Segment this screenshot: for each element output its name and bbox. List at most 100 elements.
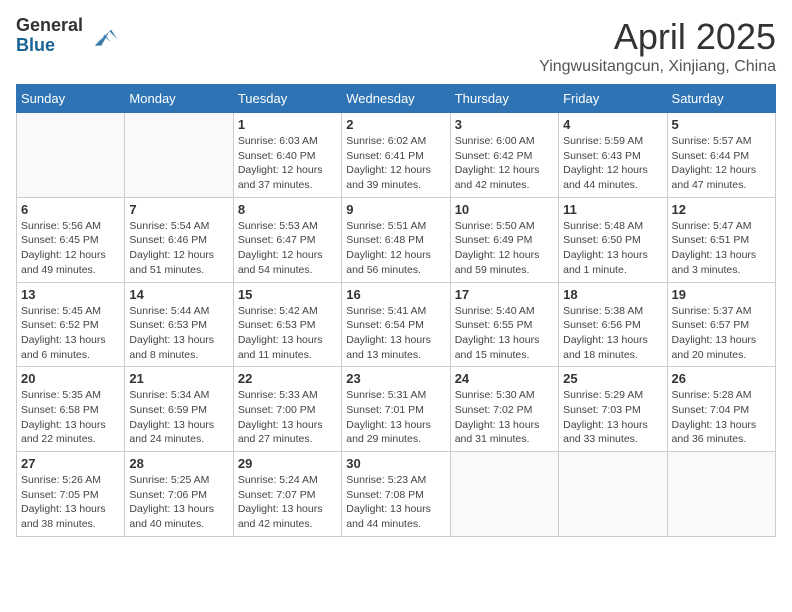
- calendar-cell: 8 Sunrise: 5:53 AM Sunset: 6:47 PM Daylig…: [233, 197, 341, 282]
- calendar-cell: 21 Sunrise: 5:34 AM Sunset: 6:59 PM Dayli…: [125, 367, 233, 452]
- day-info: Sunrise: 5:34 AM Sunset: 6:59 PM Dayligh…: [129, 388, 228, 447]
- calendar-header: SundayMondayTuesdayWednesdayThursdayFrid…: [17, 85, 776, 113]
- day-number: 24: [455, 371, 554, 386]
- day-info: Sunrise: 5:35 AM Sunset: 6:58 PM Dayligh…: [21, 388, 120, 447]
- day-info: Sunrise: 5:26 AM Sunset: 7:05 PM Dayligh…: [21, 473, 120, 532]
- day-number: 8: [238, 202, 337, 217]
- day-number: 19: [672, 287, 771, 302]
- day-info: Sunrise: 5:37 AM Sunset: 6:57 PM Dayligh…: [672, 304, 771, 363]
- day-number: 29: [238, 456, 337, 471]
- day-number: 22: [238, 371, 337, 386]
- title-block: April 2025 Yingwusitangcun, Xinjiang, Ch…: [539, 16, 776, 76]
- day-info: Sunrise: 5:57 AM Sunset: 6:44 PM Dayligh…: [672, 134, 771, 193]
- day-number: 30: [346, 456, 445, 471]
- day-number: 14: [129, 287, 228, 302]
- day-info: Sunrise: 5:24 AM Sunset: 7:07 PM Dayligh…: [238, 473, 337, 532]
- calendar-cell: 30 Sunrise: 5:23 AM Sunset: 7:08 PM Dayli…: [342, 452, 450, 537]
- day-info: Sunrise: 5:38 AM Sunset: 6:56 PM Dayligh…: [563, 304, 662, 363]
- day-number: 15: [238, 287, 337, 302]
- day-number: 16: [346, 287, 445, 302]
- day-info: Sunrise: 5:54 AM Sunset: 6:46 PM Dayligh…: [129, 219, 228, 278]
- day-info: Sunrise: 5:31 AM Sunset: 7:01 PM Dayligh…: [346, 388, 445, 447]
- day-number: 7: [129, 202, 228, 217]
- day-number: 21: [129, 371, 228, 386]
- day-info: Sunrise: 5:59 AM Sunset: 6:43 PM Dayligh…: [563, 134, 662, 193]
- calendar-cell: 9 Sunrise: 5:51 AM Sunset: 6:48 PM Daylig…: [342, 197, 450, 282]
- day-info: Sunrise: 5:44 AM Sunset: 6:53 PM Dayligh…: [129, 304, 228, 363]
- calendar-cell: 28 Sunrise: 5:25 AM Sunset: 7:06 PM Dayli…: [125, 452, 233, 537]
- day-info: Sunrise: 5:29 AM Sunset: 7:03 PM Dayligh…: [563, 388, 662, 447]
- calendar-cell: 25 Sunrise: 5:29 AM Sunset: 7:03 PM Dayli…: [559, 367, 667, 452]
- calendar-table: SundayMondayTuesdayWednesdayThursdayFrid…: [16, 84, 776, 537]
- day-info: Sunrise: 5:28 AM Sunset: 7:04 PM Dayligh…: [672, 388, 771, 447]
- day-number: 5: [672, 117, 771, 132]
- day-info: Sunrise: 5:25 AM Sunset: 7:06 PM Dayligh…: [129, 473, 228, 532]
- day-info: Sunrise: 6:02 AM Sunset: 6:41 PM Dayligh…: [346, 134, 445, 193]
- day-info: Sunrise: 6:03 AM Sunset: 6:40 PM Dayligh…: [238, 134, 337, 193]
- day-info: Sunrise: 5:47 AM Sunset: 6:51 PM Dayligh…: [672, 219, 771, 278]
- day-info: Sunrise: 6:00 AM Sunset: 6:42 PM Dayligh…: [455, 134, 554, 193]
- calendar-cell: 23Sunrise: 5:31 AM Sunset: 7:01 PM Dayli…: [342, 367, 450, 452]
- day-number: 26: [672, 371, 771, 386]
- day-number: 13: [21, 287, 120, 302]
- calendar-cell: 12 Sunrise: 5:47 AM Sunset: 6:51 PM Dayli…: [667, 197, 775, 282]
- day-info: Sunrise: 5:30 AM Sunset: 7:02 PM Dayligh…: [455, 388, 554, 447]
- calendar-cell: 1 Sunrise: 6:03 AM Sunset: 6:40 PM Daylig…: [233, 113, 341, 198]
- calendar-cell: 2Sunrise: 6:02 AM Sunset: 6:41 PM Daylig…: [342, 113, 450, 198]
- logo-general: General: [16, 15, 83, 35]
- calendar-cell: [667, 452, 775, 537]
- day-number: 17: [455, 287, 554, 302]
- calendar-cell: [17, 113, 125, 198]
- calendar-cell: [559, 452, 667, 537]
- day-number: 28: [129, 456, 228, 471]
- calendar-cell: 14 Sunrise: 5:44 AM Sunset: 6:53 PM Dayli…: [125, 282, 233, 367]
- day-info: Sunrise: 5:23 AM Sunset: 7:08 PM Dayligh…: [346, 473, 445, 532]
- calendar-cell: 11Sunrise: 5:48 AM Sunset: 6:50 PM Dayli…: [559, 197, 667, 282]
- calendar-cell: 4Sunrise: 5:59 AM Sunset: 6:43 PM Daylig…: [559, 113, 667, 198]
- calendar-cell: 29 Sunrise: 5:24 AM Sunset: 7:07 PM Dayli…: [233, 452, 341, 537]
- day-number: 3: [455, 117, 554, 132]
- calendar-cell: 7 Sunrise: 5:54 AM Sunset: 6:46 PM Daylig…: [125, 197, 233, 282]
- day-number: 25: [563, 371, 662, 386]
- day-info: Sunrise: 5:41 AM Sunset: 6:54 PM Dayligh…: [346, 304, 445, 363]
- calendar-cell: 17 Sunrise: 5:40 AM Sunset: 6:55 PM Dayli…: [450, 282, 558, 367]
- calendar-cell: 19 Sunrise: 5:37 AM Sunset: 6:57 PM Dayli…: [667, 282, 775, 367]
- logo-icon: [87, 20, 119, 52]
- calendar-cell: 16 Sunrise: 5:41 AM Sunset: 6:54 PM Dayli…: [342, 282, 450, 367]
- day-number: 9: [346, 202, 445, 217]
- day-number: 6: [21, 202, 120, 217]
- day-info: Sunrise: 5:40 AM Sunset: 6:55 PM Dayligh…: [455, 304, 554, 363]
- logo: General Blue: [16, 16, 119, 56]
- day-info: Sunrise: 5:53 AM Sunset: 6:47 PM Dayligh…: [238, 219, 337, 278]
- calendar-cell: 3 Sunrise: 6:00 AM Sunset: 6:42 PM Daylig…: [450, 113, 558, 198]
- calendar-cell: 15 Sunrise: 5:42 AM Sunset: 6:53 PM Dayli…: [233, 282, 341, 367]
- calendar-cell: 20Sunrise: 5:35 AM Sunset: 6:58 PM Dayli…: [17, 367, 125, 452]
- calendar-cell: [450, 452, 558, 537]
- calendar-cell: 18Sunrise: 5:38 AM Sunset: 6:56 PM Dayli…: [559, 282, 667, 367]
- day-info: Sunrise: 5:42 AM Sunset: 6:53 PM Dayligh…: [238, 304, 337, 363]
- day-number: 1: [238, 117, 337, 132]
- calendar-cell: 27 Sunrise: 5:26 AM Sunset: 7:05 PM Dayli…: [17, 452, 125, 537]
- day-of-week-thursday: Thursday: [450, 85, 558, 113]
- day-info: Sunrise: 5:48 AM Sunset: 6:50 PM Dayligh…: [563, 219, 662, 278]
- calendar-cell: 24 Sunrise: 5:30 AM Sunset: 7:02 PM Dayli…: [450, 367, 558, 452]
- location-title: Yingwusitangcun, Xinjiang, China: [539, 58, 776, 76]
- day-info: Sunrise: 5:51 AM Sunset: 6:48 PM Dayligh…: [346, 219, 445, 278]
- day-info: Sunrise: 5:45 AM Sunset: 6:52 PM Dayligh…: [21, 304, 120, 363]
- day-number: 12: [672, 202, 771, 217]
- day-of-week-sunday: Sunday: [17, 85, 125, 113]
- logo-blue: Blue: [16, 35, 55, 55]
- calendar-cell: 6 Sunrise: 5:56 AM Sunset: 6:45 PM Daylig…: [17, 197, 125, 282]
- day-of-week-saturday: Saturday: [667, 85, 775, 113]
- day-info: Sunrise: 5:33 AM Sunset: 7:00 PM Dayligh…: [238, 388, 337, 447]
- calendar-cell: [125, 113, 233, 198]
- day-number: 10: [455, 202, 554, 217]
- calendar-cell: 5 Sunrise: 5:57 AM Sunset: 6:44 PM Daylig…: [667, 113, 775, 198]
- day-number: 27: [21, 456, 120, 471]
- day-info: Sunrise: 5:50 AM Sunset: 6:49 PM Dayligh…: [455, 219, 554, 278]
- day-info: Sunrise: 5:56 AM Sunset: 6:45 PM Dayligh…: [21, 219, 120, 278]
- day-of-week-tuesday: Tuesday: [233, 85, 341, 113]
- calendar-cell: 26 Sunrise: 5:28 AM Sunset: 7:04 PM Dayli…: [667, 367, 775, 452]
- day-of-week-wednesday: Wednesday: [342, 85, 450, 113]
- calendar-cell: 13 Sunrise: 5:45 AM Sunset: 6:52 PM Dayli…: [17, 282, 125, 367]
